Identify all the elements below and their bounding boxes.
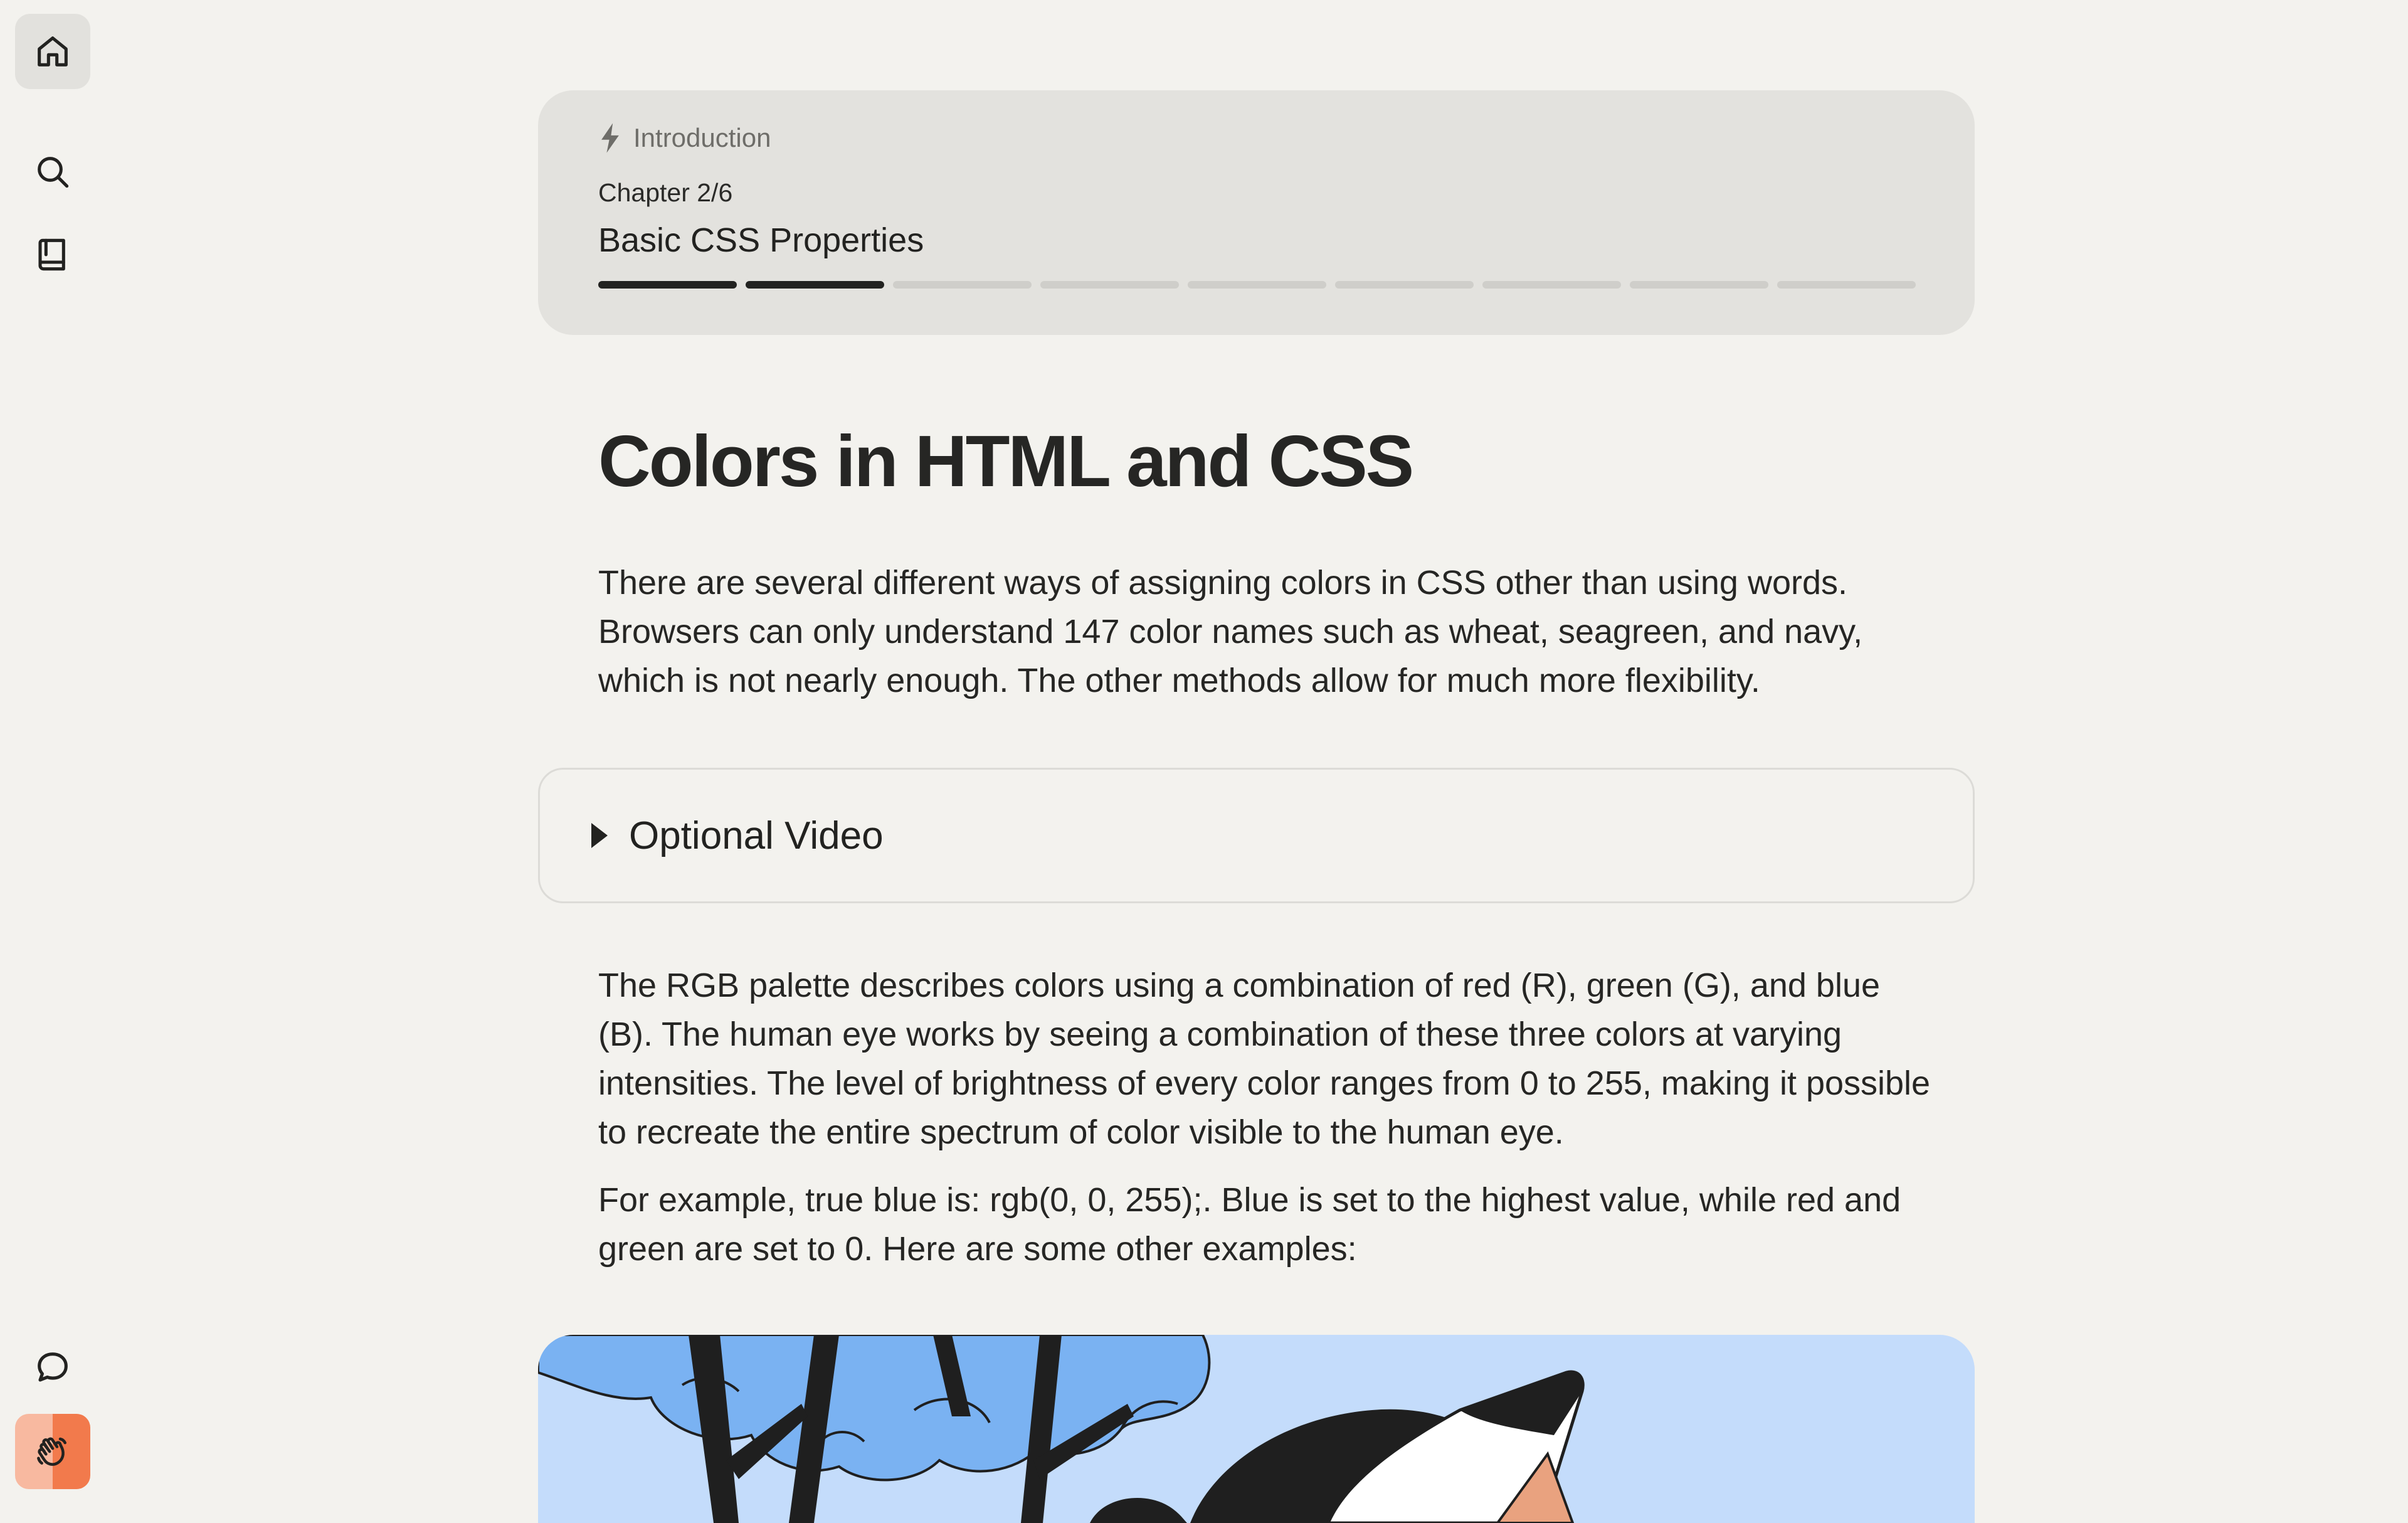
example-paragraph: For example, true blue is: rgb(0, 0, 255…: [598, 1181, 1901, 1268]
home-button[interactable]: [15, 14, 90, 89]
waving-hand-icon: [37, 1437, 66, 1466]
optional-video-label: Optional Video: [629, 814, 884, 857]
chapter-card[interactable]: Introduction Chapter 2/6 Basic CSS Prope…: [538, 90, 1975, 335]
page-title: Colors in HTML and CSS: [598, 420, 1414, 502]
illustration-art: [538, 1335, 1585, 1523]
search-button[interactable]: [15, 134, 90, 210]
progress-segment-incomplete: [1630, 281, 1768, 289]
rgb-paragraph: The RGB palette describes colors using a…: [598, 967, 1931, 1151]
chapter-progress-bar: [598, 281, 1916, 289]
wave-button[interactable]: [15, 1414, 90, 1489]
progress-segment-incomplete: [1040, 281, 1179, 289]
progress-segment-incomplete: [1335, 281, 1474, 289]
chapter-number: Chapter 2/6: [598, 178, 733, 207]
chat-button[interactable]: [15, 1330, 90, 1405]
home-icon: [38, 36, 68, 66]
search-icon: [38, 157, 69, 188]
lightning-icon: [601, 123, 619, 153]
lesson-illustration: [538, 1335, 1975, 1523]
progress-segment-complete: [746, 281, 884, 289]
progress-segment-incomplete: [1777, 281, 1916, 289]
section-label: Introduction: [633, 123, 771, 152]
left-nav-rail: [0, 0, 105, 1505]
progress-segment-incomplete: [1482, 281, 1621, 289]
intro-paragraph: There are several different ways of assi…: [598, 564, 1863, 699]
progress-segment-incomplete: [1188, 281, 1326, 289]
library-button[interactable]: [15, 217, 90, 292]
book-icon: [38, 238, 65, 271]
chat-bubble-icon: [38, 1352, 68, 1382]
chapter-title: Basic CSS Properties: [598, 221, 924, 259]
section-breadcrumb: Introduction: [598, 119, 1914, 157]
optional-video-toggle[interactable]: Optional Video: [538, 768, 1975, 903]
progress-segment-complete: [598, 281, 737, 289]
progress-segment-incomplete: [893, 281, 1032, 289]
disclosure-triangle-icon: [591, 823, 608, 848]
